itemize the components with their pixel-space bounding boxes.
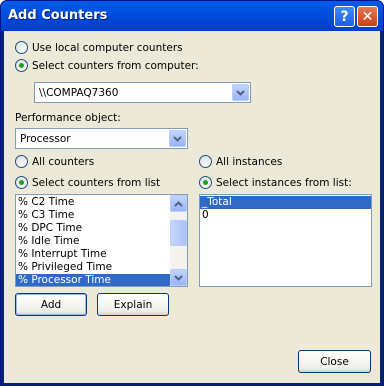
all-instances-option[interactable]: All instances: [199, 155, 282, 168]
counter-list-item[interactable]: % C2 Time: [16, 196, 187, 209]
use-local-option[interactable]: Use local computer counters: [15, 41, 183, 54]
instances-listbox[interactable]: _Total 0: [199, 194, 372, 287]
title-close-button[interactable]: ✕: [357, 6, 378, 27]
scroll-thumb[interactable]: [170, 220, 187, 246]
help-icon: ?: [340, 8, 349, 25]
title-bar[interactable]: Add Counters ? ✕: [1, 1, 383, 31]
all-counters-option[interactable]: All counters: [15, 155, 94, 168]
instance-list-item[interactable]: 0: [200, 209, 371, 222]
add-counters-dialog: Add Counters ? ✕ Use local computer coun…: [0, 0, 384, 386]
counter-list-item[interactable]: % Idle Time: [16, 235, 187, 248]
help-button[interactable]: ?: [334, 6, 355, 27]
dialog-body: Use local computer counters Select count…: [4, 31, 380, 383]
counter-list-item[interactable]: % Processor Time: [16, 274, 187, 286]
counters-listbox[interactable]: % C2 Time% C3 Time% DPC Time% Idle Time%…: [15, 194, 188, 287]
counter-list-item[interactable]: % DPC Time: [16, 222, 187, 235]
select-from-computer-radio[interactable]: [15, 59, 28, 72]
counter-list-item[interactable]: % C3 Time: [16, 209, 187, 222]
performance-object-combo[interactable]: Processor: [15, 128, 188, 149]
instance-list-item[interactable]: _Total: [200, 196, 371, 209]
instances-list-items: _Total 0: [200, 195, 371, 222]
counters-scrollbar[interactable]: [170, 195, 187, 286]
select-instances-radio[interactable]: [199, 176, 212, 189]
use-local-label: Use local computer counters: [32, 41, 183, 54]
counters-list-items: % C2 Time% C3 Time% DPC Time% Idle Time%…: [16, 195, 187, 286]
select-instances-option[interactable]: Select instances from list:: [199, 176, 352, 189]
close-button[interactable]: Close: [298, 350, 371, 373]
all-counters-radio[interactable]: [15, 155, 28, 168]
scroll-up-icon[interactable]: [170, 195, 187, 212]
window-title: Add Counters: [8, 8, 108, 23]
select-counters-label: Select counters from list: [32, 176, 161, 189]
all-counters-label: All counters: [32, 155, 95, 168]
scroll-down-icon[interactable]: [170, 269, 187, 286]
performance-object-label: Performance object:: [15, 112, 121, 124]
counter-list-item[interactable]: % Interrupt Time: [16, 248, 187, 261]
select-from-computer-option[interactable]: Select counters from computer:: [15, 59, 199, 72]
add-button[interactable]: Add: [15, 293, 87, 316]
use-local-radio[interactable]: [15, 41, 28, 54]
chevron-down-icon[interactable]: [232, 84, 249, 101]
computer-combo[interactable]: \\COMPAQ7360: [34, 82, 251, 103]
all-instances-radio[interactable]: [199, 155, 212, 168]
computer-value: \\COMPAQ7360: [39, 86, 119, 99]
select-instances-label: Select instances from list:: [216, 176, 352, 189]
performance-object-value: Processor: [20, 132, 71, 145]
counter-list-item[interactable]: % Privileged Time: [16, 261, 187, 274]
select-counters-radio[interactable]: [15, 176, 28, 189]
close-icon: ✕: [361, 8, 374, 25]
explain-button[interactable]: Explain: [97, 293, 169, 316]
chevron-down-icon[interactable]: [169, 130, 186, 147]
select-from-computer-label: Select counters from computer:: [32, 59, 199, 72]
select-counters-option[interactable]: Select counters from list: [15, 176, 160, 189]
all-instances-label: All instances: [216, 155, 283, 168]
